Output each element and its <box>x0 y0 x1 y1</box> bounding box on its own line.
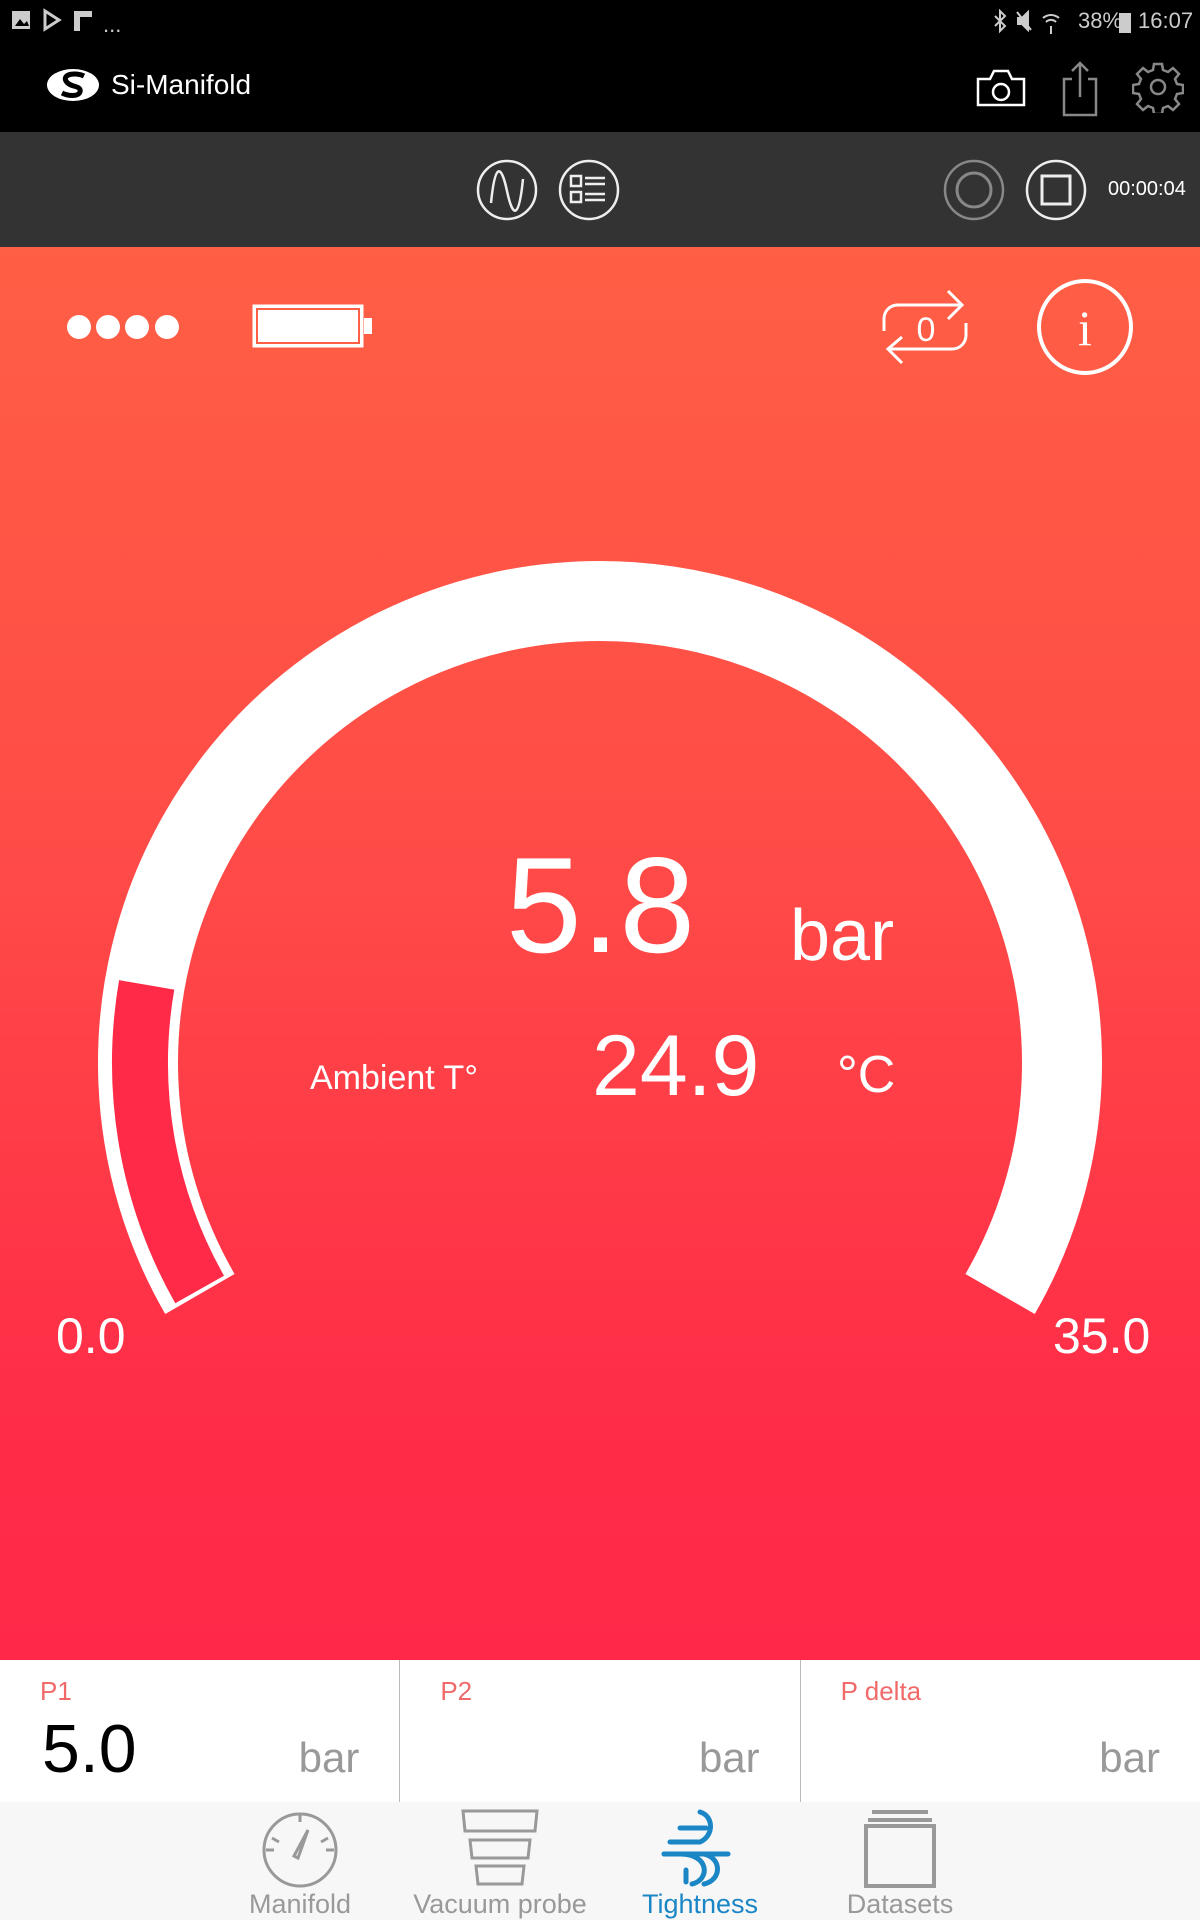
app-bar: Si-Manifold <box>0 49 1200 132</box>
battery-percent: 38% <box>1078 8 1123 33</box>
nav-datasets[interactable]: Datasets <box>800 1802 1000 1920</box>
nav-manifold[interactable]: Manifold <box>200 1802 400 1920</box>
card-unit: bar <box>298 1734 360 1781</box>
bottom-nav: Manifold Vacuum probe Tightness Datasets <box>0 1802 1200 1920</box>
chart-view-button[interactable] <box>476 159 538 221</box>
gauge-min: 0.0 <box>56 1308 126 1364</box>
vacuum-probe-icon <box>461 1809 539 1886</box>
status-bar: ... 38% 16:07 <box>0 0 1200 49</box>
card-unit: bar <box>698 1734 760 1781</box>
toolbar: 00:00:04 <box>0 132 1200 247</box>
timer: 00:00:04 <box>1108 178 1186 200</box>
pressure-unit: bar <box>790 896 895 976</box>
ambient-unit: °C <box>837 1046 896 1104</box>
battery-icon <box>1119 13 1131 33</box>
list-view-button[interactable] <box>558 159 620 221</box>
clock: 16:07 <box>1138 8 1194 33</box>
readings-cards: P1 5.0 bar P2 bar P delta bar <box>0 1660 1200 1802</box>
card-label: P1 <box>40 1676 72 1706</box>
nav-vacuum-probe[interactable]: Vacuum probe <box>400 1802 600 1920</box>
ambient-label: Ambient T° <box>310 1059 478 1097</box>
app-logo-icon <box>47 69 99 101</box>
record-button[interactable] <box>943 159 1005 221</box>
app-title: Si-Manifold <box>111 69 252 100</box>
datasets-icon <box>864 1810 936 1888</box>
gauge-icon <box>262 1812 338 1888</box>
settings-button[interactable] <box>1132 61 1184 113</box>
card-unit: bar <box>1099 1734 1160 1781</box>
card-label: P delta <box>840 1676 922 1706</box>
card-value: 5.0 <box>42 1711 137 1787</box>
nav-label: Vacuum probe <box>413 1889 587 1919</box>
pressure-value: 5.8 <box>506 829 696 981</box>
card-label: P2 <box>440 1676 473 1706</box>
camera-button[interactable] <box>975 63 1027 113</box>
nav-label: Manifold <box>248 1889 352 1919</box>
gauge-panel: 0 i 5.8 bar Ambient T° 24.9 °C 0.0 35.0 <box>0 247 1200 1660</box>
card-p-delta[interactable]: P delta bar <box>799 1660 1200 1802</box>
stop-button[interactable] <box>1025 159 1087 221</box>
nav-label: Datasets <box>846 1889 954 1919</box>
nav-label: Tightness <box>641 1889 759 1919</box>
notification-more: ... <box>103 12 122 37</box>
ambient-value: 24.9 <box>592 1018 760 1114</box>
wind-icon <box>661 1809 731 1887</box>
nav-tightness[interactable]: Tightness <box>600 1802 800 1920</box>
card-p2[interactable]: P2 bar <box>399 1660 799 1802</box>
bluetooth-mute-wifi-icons <box>994 8 1060 34</box>
share-button[interactable] <box>1060 57 1100 119</box>
gauge-max: 35.0 <box>1053 1308 1151 1364</box>
card-p1[interactable]: P1 5.0 bar <box>0 1660 399 1802</box>
